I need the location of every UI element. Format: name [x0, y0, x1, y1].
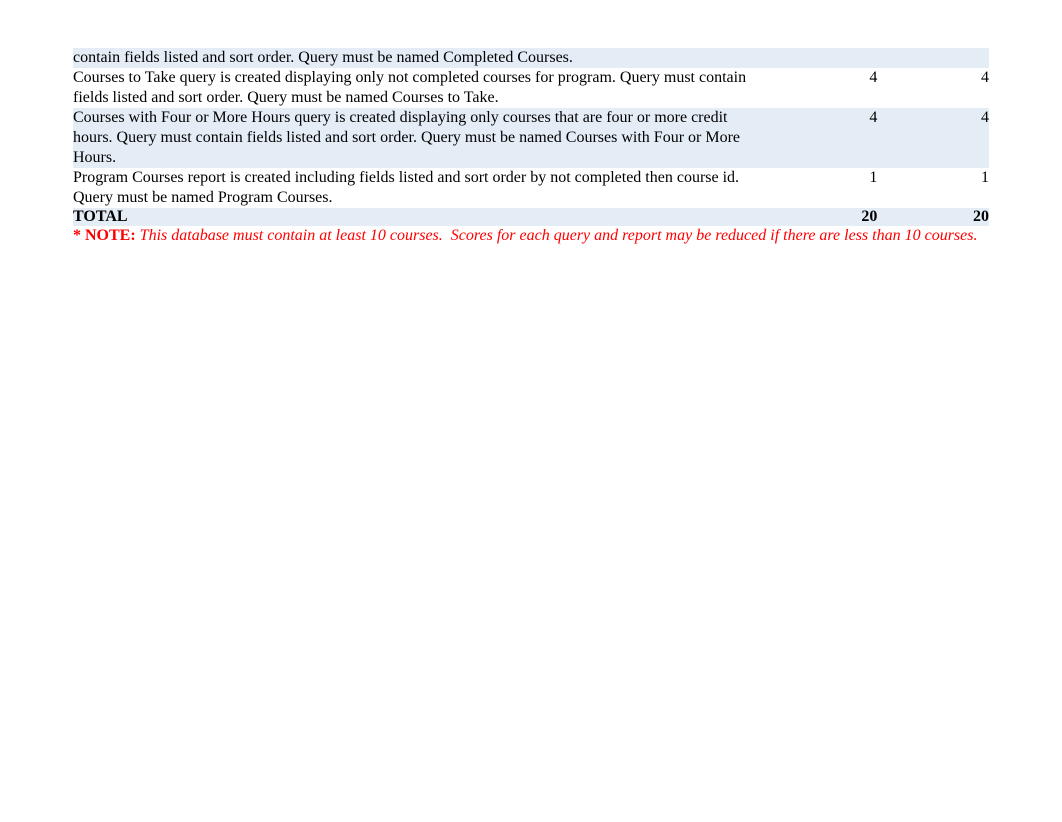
- rubric-body: contain fields listed and sort order. Qu…: [73, 48, 989, 226]
- score-cell-earned: 1: [877, 168, 989, 208]
- score-cell-earned: 4: [877, 108, 989, 168]
- footnote: * NOTE: This database must contain at le…: [73, 226, 989, 247]
- score-cell-possible: 1: [766, 168, 878, 208]
- score-cell-earned: 4: [877, 68, 989, 108]
- total-score-possible: 20: [766, 208, 878, 226]
- total-score-earned: 20: [877, 208, 989, 226]
- table-row: Courses to Take query is created display…: [73, 68, 989, 108]
- table-row: contain fields listed and sort order. Qu…: [73, 48, 989, 68]
- note-label: * NOTE:: [73, 227, 136, 244]
- score-cell-possible: [766, 48, 878, 68]
- score-cell-possible: 4: [766, 68, 878, 108]
- note-text: This database must contain at least 10 c…: [136, 227, 978, 244]
- total-row: TOTAL 20 20: [73, 208, 989, 226]
- criteria-cell: Courses with Four or More Hours query is…: [73, 108, 766, 168]
- score-cell-earned: [877, 48, 989, 68]
- criteria-cell: Program Courses report is created includ…: [73, 168, 766, 208]
- table-row: Courses with Four or More Hours query is…: [73, 108, 989, 168]
- criteria-cell: Courses to Take query is created display…: [73, 68, 766, 108]
- document-page: contain fields listed and sort order. Qu…: [0, 0, 1062, 247]
- criteria-cell: contain fields listed and sort order. Qu…: [73, 48, 766, 68]
- total-label: TOTAL: [73, 208, 766, 226]
- score-cell-possible: 4: [766, 108, 878, 168]
- table-row: Program Courses report is created includ…: [73, 168, 989, 208]
- rubric-table: contain fields listed and sort order. Qu…: [73, 48, 989, 226]
